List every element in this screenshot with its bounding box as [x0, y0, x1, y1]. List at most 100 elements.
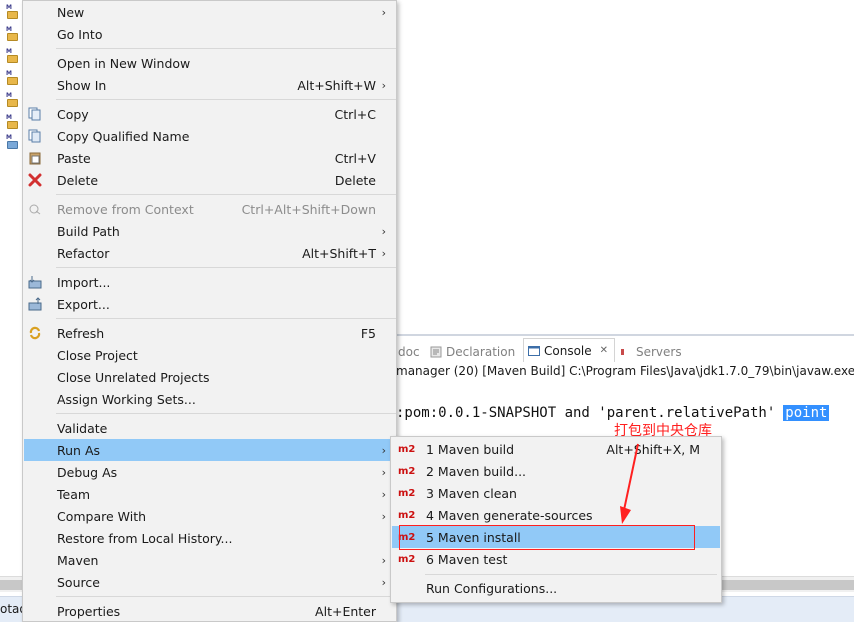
menu-item-label: Export...	[57, 296, 110, 312]
maven-project-icon[interactable]: M	[6, 48, 20, 64]
console-output-line: :pom:0.0.1-SNAPSHOT and 'parent.relative…	[396, 402, 830, 424]
menu-item-label: Source	[57, 574, 100, 590]
chevron-right-icon: ›	[381, 224, 386, 238]
menu-item-label: Assign Working Sets...	[57, 391, 196, 407]
chevron-right-icon: ›	[381, 487, 386, 501]
menu-item-refactor[interactable]: Refactor Alt+Shift+T ›	[24, 242, 396, 264]
tab-javadoc[interactable]: doc	[398, 342, 420, 362]
tab-console-label: Console	[544, 343, 592, 358]
menu-item-new[interactable]: New ›	[24, 1, 396, 23]
menu-item-label: Refactor	[57, 245, 110, 261]
paste-icon	[29, 152, 41, 165]
submenu-item-maven-clean[interactable]: m2 3 Maven clean	[392, 482, 720, 504]
menu-item-build-path[interactable]: Build Path ›	[24, 220, 396, 242]
menu-item-properties[interactable]: Properties Alt+Enter	[24, 600, 396, 622]
menu-item-label: Remove from Context	[57, 201, 194, 217]
menu-item-label: Run As	[57, 442, 101, 458]
submenu-item-label: 1 Maven build	[426, 441, 515, 457]
submenu-item-maven-generate-sources[interactable]: m2 4 Maven generate-sources	[392, 504, 720, 526]
menu-item-label: Close Project	[57, 347, 138, 363]
menu-separator	[56, 99, 396, 100]
submenu-item-label: Run Configurations...	[426, 580, 558, 596]
console-launch-title: manager (20) [Maven Build] C:\Program Fi…	[396, 364, 854, 378]
menu-item-shortcut: Delete	[334, 172, 376, 188]
export-icon	[28, 297, 42, 311]
menu-item-label: Copy Qualified Name	[57, 128, 190, 144]
chevron-right-icon: ›	[381, 78, 386, 92]
menu-item-copy[interactable]: Copy Ctrl+C	[24, 103, 396, 125]
menu-item-paste[interactable]: Paste Ctrl+V	[24, 147, 396, 169]
menu-item-open-new-window[interactable]: Open in New Window	[24, 52, 396, 74]
maven-project-icon-selected[interactable]: M	[6, 134, 20, 150]
menu-item-debug-as[interactable]: Debug As ›	[24, 461, 396, 483]
project-explorer-strip: M M M M M M M	[0, 0, 22, 600]
chevron-right-icon: ›	[381, 246, 386, 260]
console-tab-bar: doc Declaration Console ✕ Servers	[396, 334, 854, 362]
submenu-item-run-configurations[interactable]: Run Configurations...	[392, 577, 720, 599]
menu-item-close-project[interactable]: Close Project	[24, 344, 396, 366]
submenu-item-maven-build[interactable]: m2 1 Maven build Alt+Shift+X, M	[392, 438, 720, 460]
refresh-icon	[29, 326, 41, 340]
annotation-highlight-box	[399, 525, 695, 550]
run-as-submenu: m2 1 Maven build Alt+Shift+X, M m2 2 Mav…	[390, 436, 722, 603]
console-icon	[528, 345, 540, 356]
menu-item-close-unrelated-projects[interactable]: Close Unrelated Projects	[24, 366, 396, 388]
menu-item-shortcut: F5	[360, 325, 376, 341]
menu-item-label: Paste	[57, 150, 91, 166]
menu-item-label: Properties	[57, 603, 121, 619]
tab-javadoc-label: doc	[398, 345, 420, 359]
menu-item-label: Close Unrelated Projects	[57, 369, 210, 385]
submenu-item-label: 4 Maven generate-sources	[426, 507, 593, 523]
menu-item-refresh[interactable]: Refresh F5	[24, 322, 396, 344]
maven-project-icon[interactable]: M	[6, 4, 20, 20]
menu-item-label: Copy	[57, 106, 89, 122]
chevron-right-icon: ›	[381, 5, 386, 19]
menu-item-team[interactable]: Team ›	[24, 483, 396, 505]
close-icon[interactable]: ✕	[600, 345, 608, 356]
remove-context-icon	[29, 204, 41, 215]
menu-item-maven[interactable]: Maven ›	[24, 549, 396, 571]
menu-item-import[interactable]: Import...	[24, 271, 396, 293]
menu-separator	[56, 596, 396, 597]
menu-item-delete[interactable]: Delete Delete	[24, 169, 396, 191]
tab-servers[interactable]: Servers	[620, 342, 682, 362]
menu-item-copy-qualified-name[interactable]: Copy Qualified Name	[24, 125, 396, 147]
copy-qualified-name-icon	[28, 129, 41, 143]
menu-item-shortcut: Alt+Shift+T	[302, 245, 376, 261]
menu-separator	[56, 48, 396, 49]
m2-icon: m2	[398, 553, 416, 565]
scrollbar-thumb[interactable]	[720, 580, 854, 590]
menu-item-label: Go Into	[57, 26, 103, 42]
import-icon	[28, 276, 42, 289]
menu-item-go-into[interactable]: Go Into	[24, 23, 396, 45]
menu-item-source[interactable]: Source ›	[24, 571, 396, 593]
maven-project-icon[interactable]: M	[6, 70, 20, 86]
menu-item-show-in[interactable]: Show In Alt+Shift+W ›	[24, 74, 396, 96]
chevron-right-icon: ›	[381, 553, 386, 567]
maven-project-icon[interactable]: M	[6, 114, 20, 130]
console-output-text: :pom:0.0.1-SNAPSHOT and 'parent.relative…	[396, 405, 776, 421]
menu-item-label: Debug As	[57, 464, 118, 480]
m2-icon: m2	[398, 509, 416, 521]
tab-declaration[interactable]: Declaration	[430, 342, 515, 362]
chevron-right-icon: ›	[381, 509, 386, 523]
submenu-item-label: 2 Maven build...	[426, 463, 527, 479]
menu-item-label: New	[57, 4, 85, 20]
chevron-right-icon: ›	[381, 443, 386, 457]
menu-item-assign-working-sets[interactable]: Assign Working Sets...	[24, 388, 396, 410]
menu-item-compare-with[interactable]: Compare With ›	[24, 505, 396, 527]
tab-console[interactable]: Console ✕	[523, 338, 616, 362]
submenu-item-maven-build-dots[interactable]: m2 2 Maven build...	[392, 460, 720, 482]
menu-separator	[56, 413, 396, 414]
menu-item-label: Import...	[57, 274, 111, 290]
menu-item-validate[interactable]: Validate	[24, 417, 396, 439]
scrollbar-thumb-left[interactable]	[0, 580, 22, 590]
menu-item-label: Maven	[57, 552, 99, 568]
menu-item-export[interactable]: Export...	[24, 293, 396, 315]
menu-item-restore-history[interactable]: Restore from Local History...	[24, 527, 396, 549]
menu-item-run-as[interactable]: Run As ›	[24, 439, 396, 461]
maven-project-icon[interactable]: M	[6, 26, 20, 42]
m2-icon: m2	[398, 465, 416, 477]
submenu-item-maven-test[interactable]: m2 6 Maven test	[392, 548, 720, 570]
maven-project-icon[interactable]: M	[6, 92, 20, 108]
